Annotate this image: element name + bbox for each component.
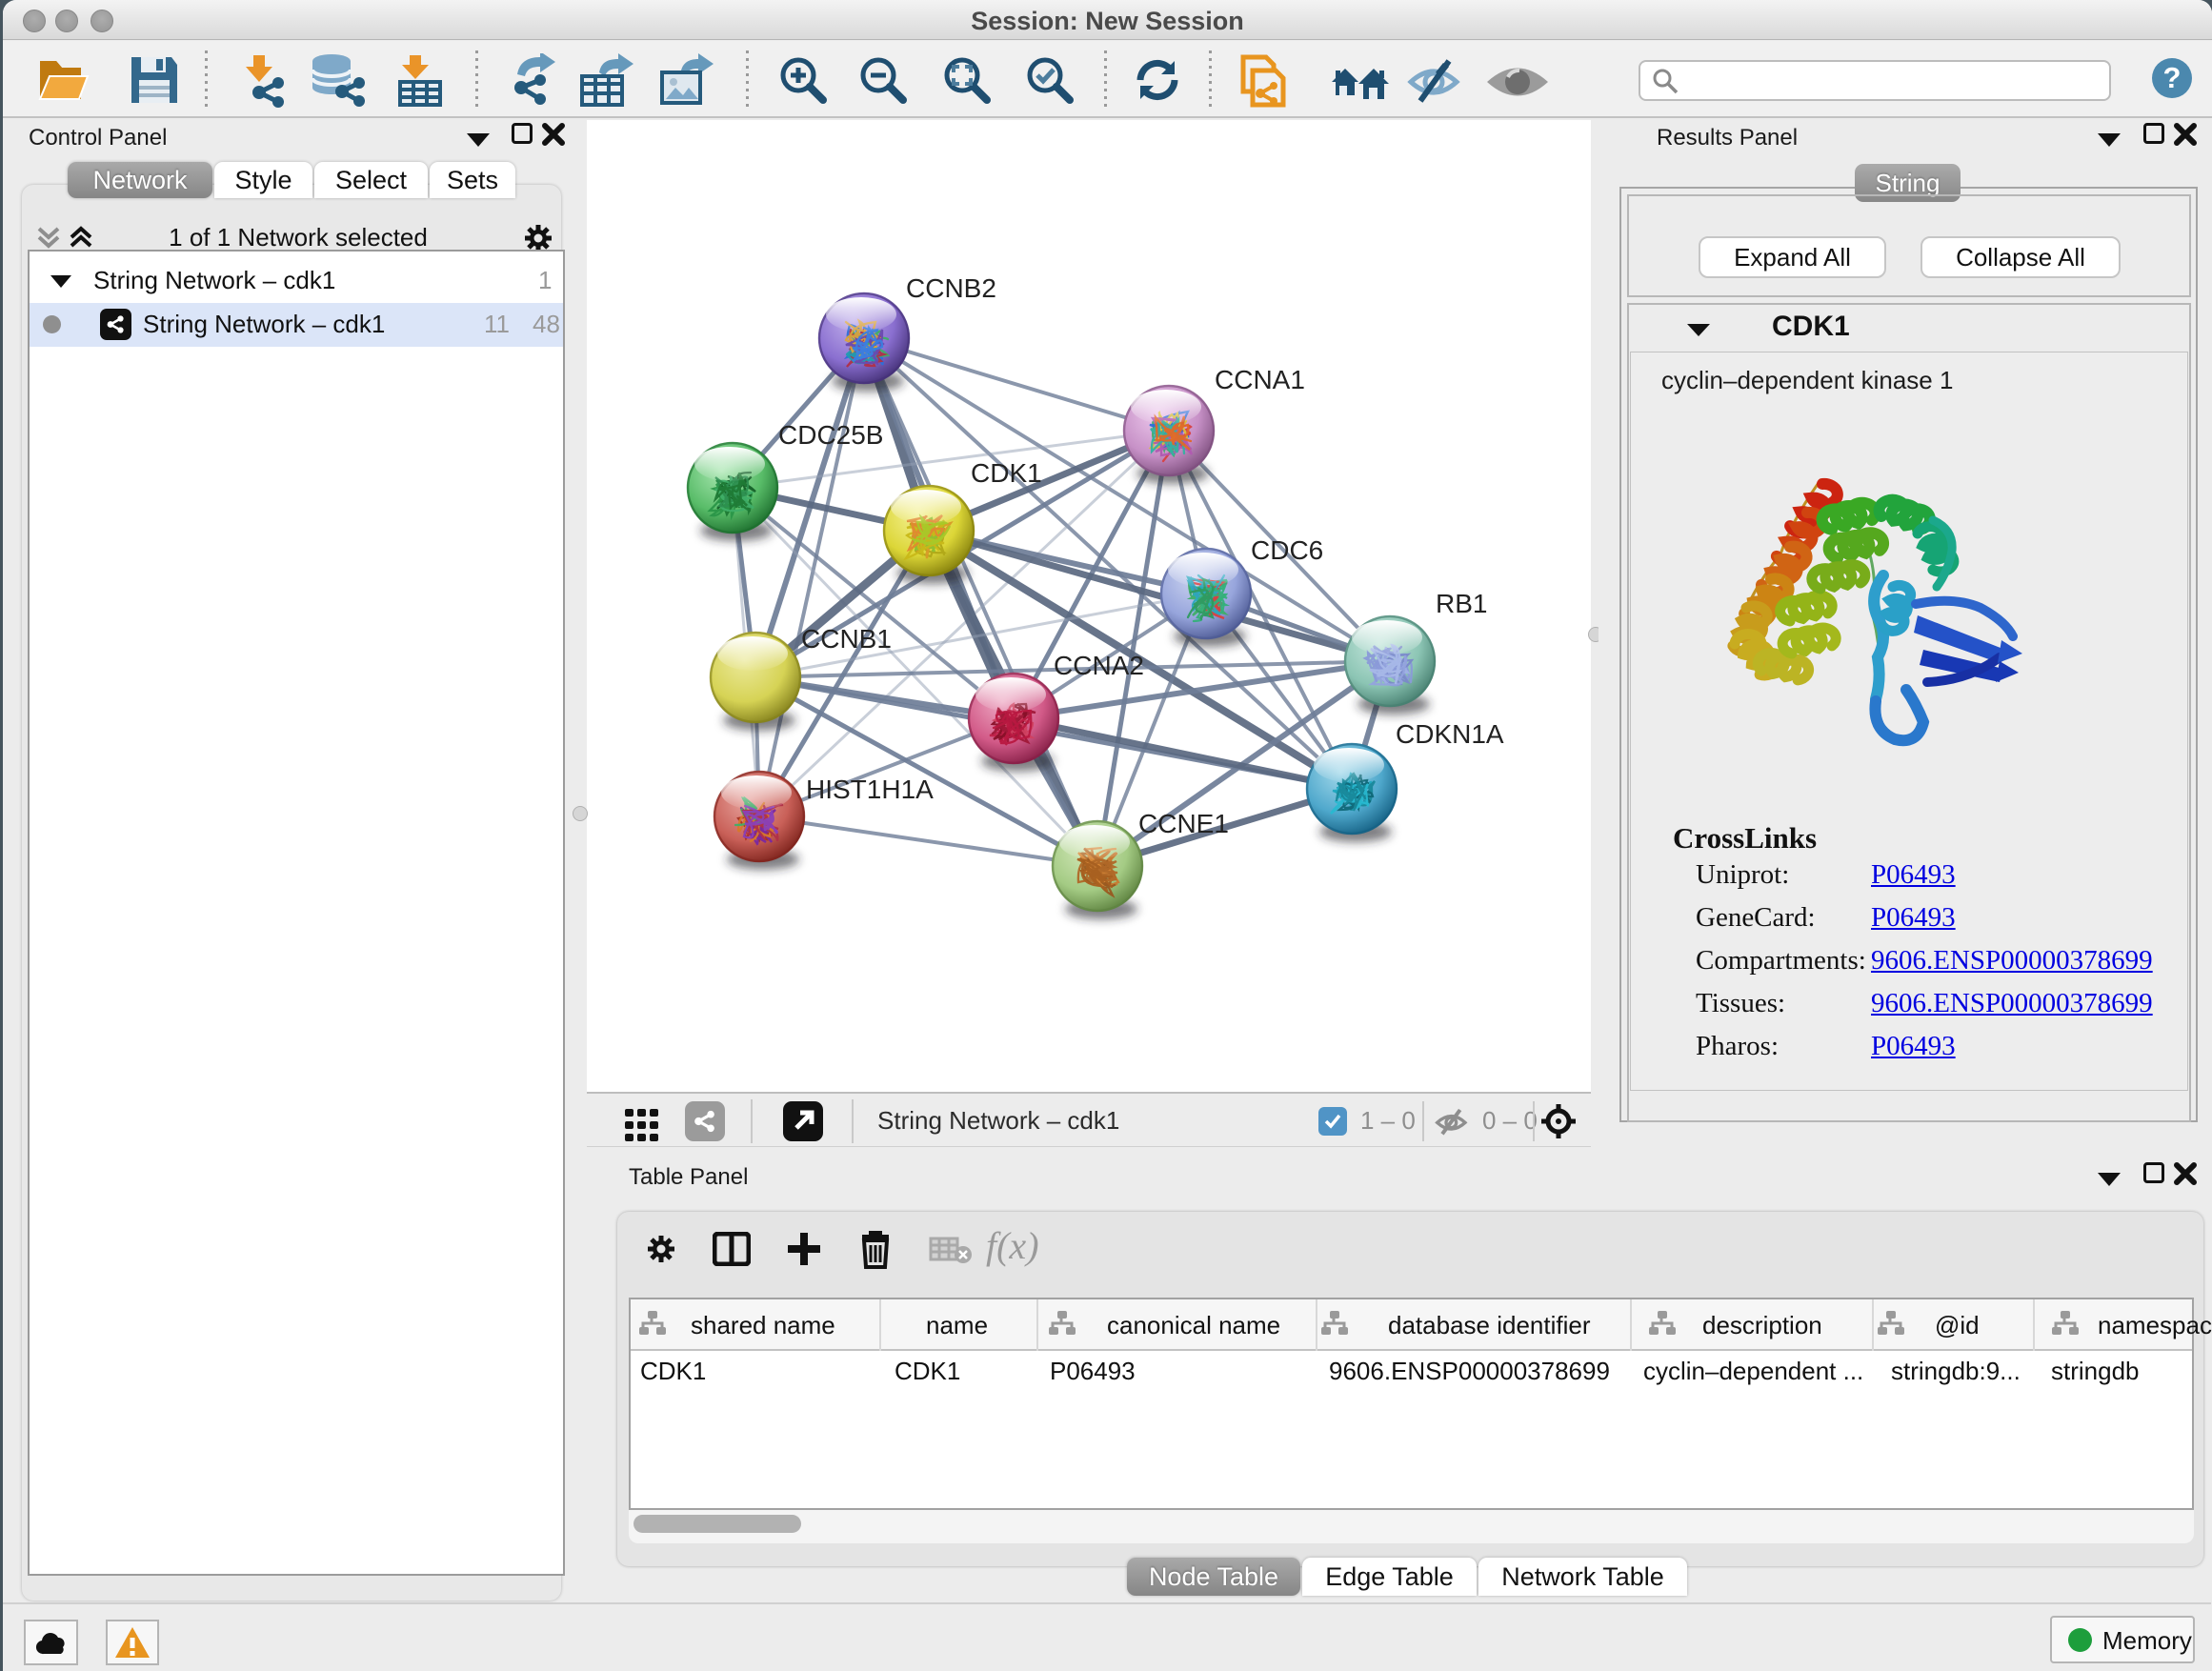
svg-text:CCNE1: CCNE1 <box>1138 809 1229 838</box>
svg-text:CDKN1A: CDKN1A <box>1396 719 1504 749</box>
svg-text:CCNB1: CCNB1 <box>801 624 892 654</box>
svg-text:CDC6: CDC6 <box>1251 535 1323 565</box>
svg-text:CDK1: CDK1 <box>971 458 1042 488</box>
svg-text:HIST1H1A: HIST1H1A <box>806 775 934 804</box>
svg-text:CDC25B: CDC25B <box>778 420 883 450</box>
svg-text:CCNB2: CCNB2 <box>906 273 996 303</box>
svg-text:CCNA2: CCNA2 <box>1054 651 1144 680</box>
svg-text:RB1: RB1 <box>1436 589 1487 618</box>
svg-text:CCNA1: CCNA1 <box>1215 365 1305 394</box>
